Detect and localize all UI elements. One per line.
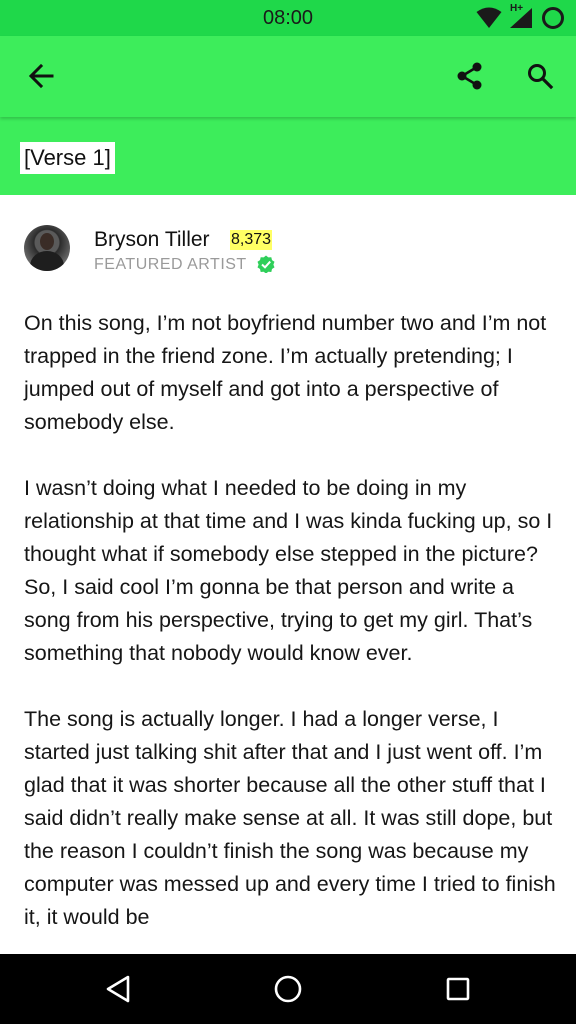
- status-bar: 08:00 H+: [0, 0, 576, 36]
- nav-home-button[interactable]: [264, 965, 312, 1013]
- iq-badge: 8,373: [230, 230, 273, 250]
- battery-ring-icon: [542, 7, 564, 29]
- annotation-body: On this song, I’m not boyfriend number t…: [24, 307, 560, 954]
- status-icons: H+: [476, 3, 566, 30]
- avatar[interactable]: [24, 225, 70, 271]
- system-nav-bar: [0, 954, 576, 1024]
- app-toolbar: [0, 36, 576, 117]
- section-label[interactable]: [Verse 1]: [20, 142, 115, 174]
- search-button[interactable]: [516, 52, 564, 100]
- square-recents-icon: [446, 977, 470, 1001]
- network-type-label: H+: [510, 3, 524, 14]
- share-button[interactable]: [446, 52, 494, 100]
- artist-name[interactable]: Bryson Tiller: [94, 227, 210, 253]
- verified-check-icon: [257, 255, 275, 273]
- triangle-back-icon: [106, 975, 130, 1003]
- cell-signal-icon: H+: [508, 3, 534, 30]
- annotation-paragraph: The song is actually longer. I had a lon…: [24, 707, 556, 929]
- artist-role: FEATURED ARTIST: [94, 256, 247, 273]
- annotation-content[interactable]: Bryson Tiller 8,373 FEATURED ARTIST On t…: [0, 195, 576, 954]
- nav-back-button[interactable]: [94, 965, 142, 1013]
- share-icon: [457, 62, 482, 90]
- lyric-header: [Verse 1]: [0, 117, 576, 195]
- circle-home-icon: [274, 975, 302, 1003]
- arrow-left-icon: [28, 63, 54, 89]
- search-icon: [528, 64, 554, 90]
- annotation-paragraph: I wasn’t doing what I needed to be doing…: [24, 476, 553, 665]
- nav-recents-button[interactable]: [434, 965, 482, 1013]
- annotation-paragraph: On this song, I’m not boyfriend number t…: [24, 311, 547, 434]
- wifi-icon: [476, 7, 502, 28]
- back-button[interactable]: [17, 52, 65, 100]
